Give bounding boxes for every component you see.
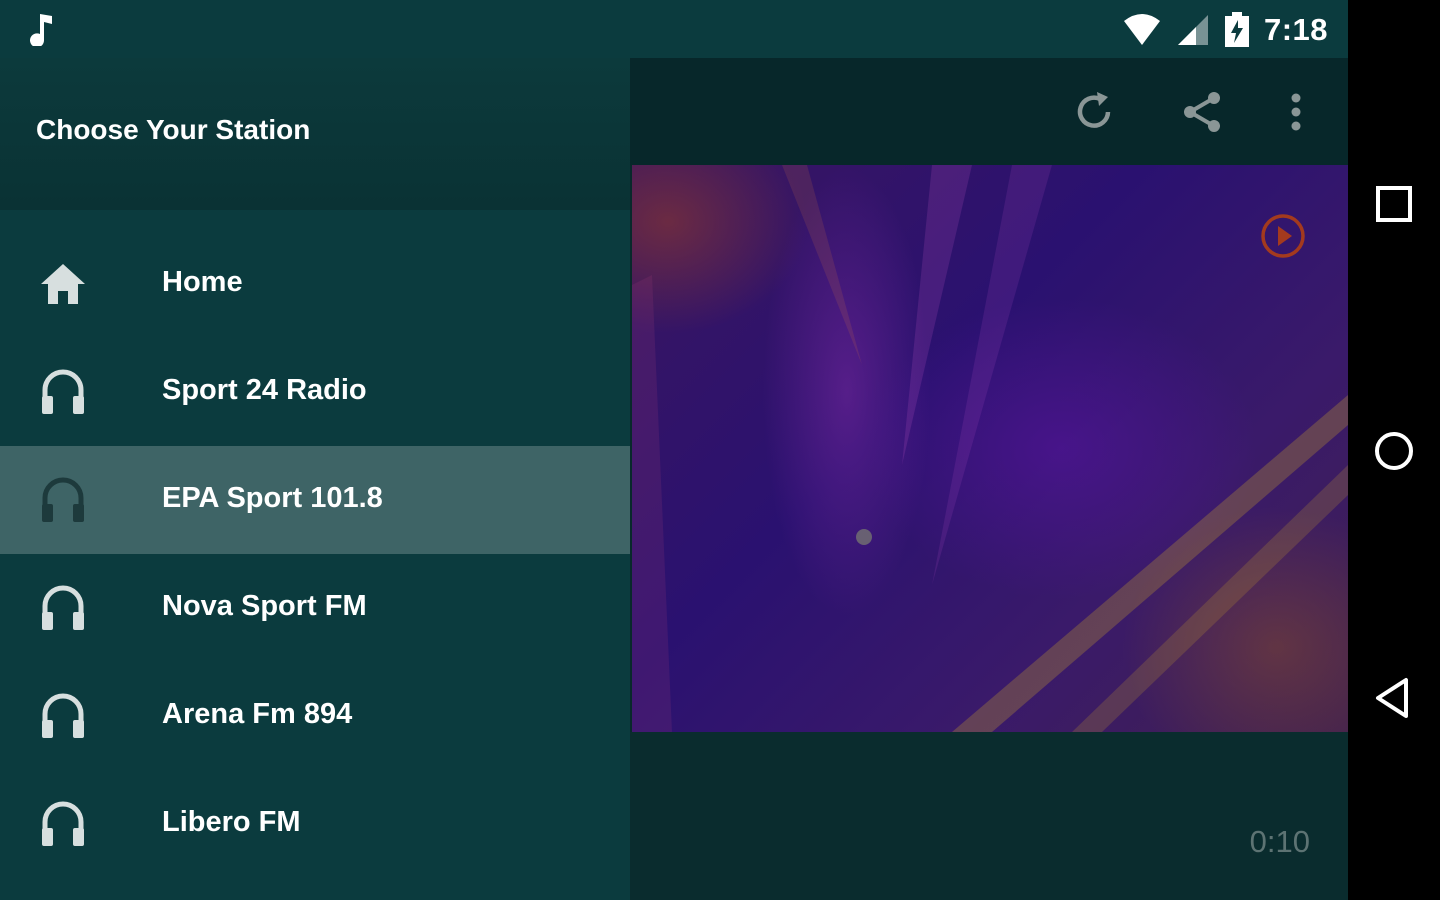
refresh-icon[interactable] (1070, 88, 1118, 136)
headphones-icon (42, 693, 84, 738)
wifi-icon (1123, 14, 1160, 45)
headphones-icon (42, 585, 84, 630)
elapsed-time: 0:10 (1249, 824, 1310, 859)
system-nav-bar (1348, 0, 1440, 900)
more-vert-icon[interactable] (1272, 88, 1320, 136)
nav-item-station[interactable]: Sport 24 Radio (0, 338, 630, 446)
status-bar: 7:18 (0, 0, 1348, 58)
status-time: 7:18 (1263, 12, 1328, 47)
navigation-drawer: Choose Your Station Home Sport 24 Radio … (0, 58, 630, 900)
share-icon[interactable] (1178, 88, 1226, 136)
headphones-icon (42, 801, 84, 846)
nav-item-label: EPA Sport 101.8 (162, 482, 383, 514)
visualizer-image (632, 165, 1348, 732)
light-beams (632, 165, 1348, 732)
home-icon (41, 264, 85, 304)
recents-icon[interactable] (1370, 180, 1418, 228)
toolbar (630, 58, 1348, 165)
nav-item-station[interactable]: Nova Sport FM (0, 554, 630, 662)
back-icon[interactable] (1370, 674, 1418, 722)
nav-item-label: Sport 24 Radio (162, 374, 367, 406)
play-button-icon[interactable] (1259, 212, 1307, 260)
headphones-icon (42, 477, 84, 522)
nav-item-label: Libero FM (162, 806, 301, 838)
nav-item-station[interactable]: Arena Fm 894 (0, 662, 630, 770)
nav-item-label: Nova Sport FM (162, 590, 367, 622)
station-list: Home Sport 24 Radio EPA Sport 101.8 Nova… (0, 230, 630, 878)
drawer-title: Choose Your Station (36, 114, 311, 145)
signal-icon (1177, 15, 1208, 45)
music-note-icon (30, 14, 52, 46)
player-content: 0:10 (630, 58, 1348, 900)
headphones-icon (42, 369, 84, 414)
nav-item-label: Home (162, 266, 243, 298)
nav-item-label: Arena Fm 894 (162, 698, 353, 730)
player-footer: 0:10 (630, 732, 1348, 900)
nav-item-station-selected[interactable]: EPA Sport 101.8 (0, 446, 630, 554)
nav-item-station[interactable]: Libero FM (0, 770, 630, 878)
battery-charging-icon (1224, 12, 1249, 47)
home-nav-icon[interactable] (1370, 427, 1418, 475)
drawer-header: Choose Your Station (0, 58, 630, 210)
nav-item-home[interactable]: Home (0, 230, 630, 338)
